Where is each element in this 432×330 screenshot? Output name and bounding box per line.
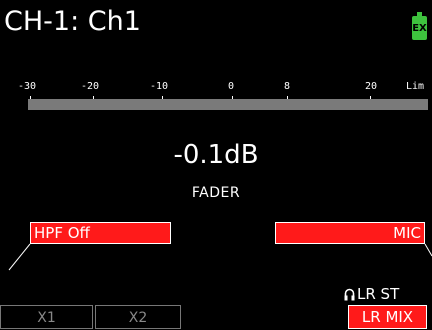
headphone-icon — [344, 288, 355, 301]
headphone-route: LR ST — [344, 285, 399, 303]
tab-x2[interactable]: X2 — [95, 305, 181, 329]
lr-mix-button[interactable]: LR MIX — [348, 305, 427, 329]
hpf-connector-line — [8, 243, 31, 271]
headphone-route-label: LR ST — [357, 285, 400, 303]
tab-x1[interactable]: X1 — [0, 305, 93, 329]
connector-lines — [8, 243, 432, 271]
mic-connector-line — [424, 243, 432, 257]
